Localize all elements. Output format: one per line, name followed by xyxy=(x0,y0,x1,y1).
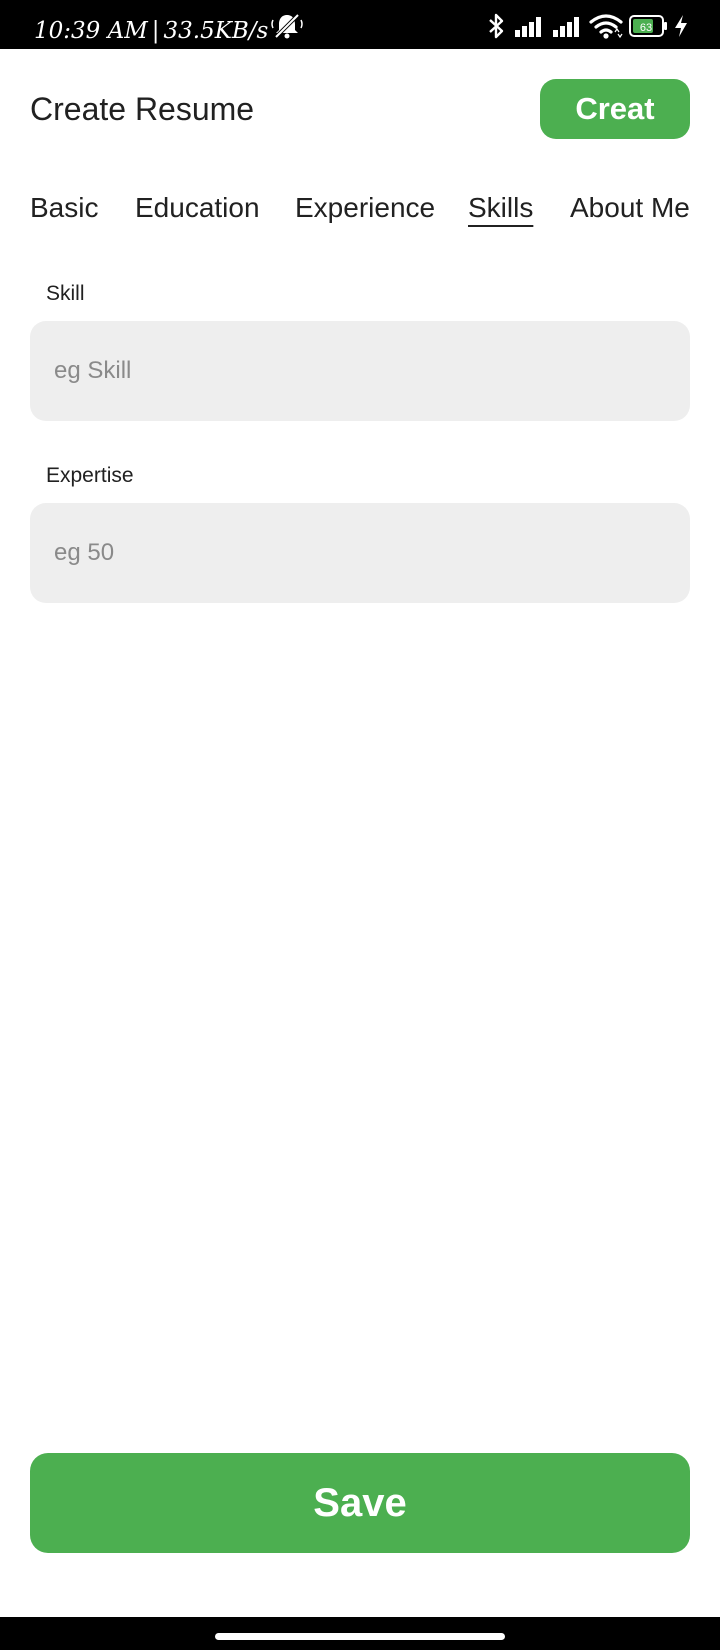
home-indicator[interactable] xyxy=(215,1633,505,1640)
navigation-bar xyxy=(0,1617,720,1650)
save-button[interactable]: Save xyxy=(30,1453,690,1553)
battery-icon: 63 xyxy=(629,15,669,37)
status-time: 10:39 AM xyxy=(34,18,148,44)
tab-basic[interactable]: Basic xyxy=(30,192,98,224)
skill-input[interactable] xyxy=(30,321,690,421)
status-left: 10:39 AM | 33.5KB/s xyxy=(34,18,268,44)
tab-education[interactable]: Education xyxy=(135,192,260,224)
screen: 10:39 AM | 33.5KB/s 63 Create Resume Cre… xyxy=(0,0,720,1650)
status-icons: 63 xyxy=(480,0,720,49)
signal-icon xyxy=(515,17,541,37)
battery-shape: 63 xyxy=(629,15,667,37)
bluetooth-icon xyxy=(489,13,504,39)
mute-icon xyxy=(271,13,303,39)
create-button[interactable]: Creat xyxy=(540,79,690,139)
skill-label: Skill xyxy=(46,282,85,305)
expertise-label: Expertise xyxy=(46,464,134,487)
app-bar: Create Resume Creat xyxy=(0,49,720,169)
status-separator: | xyxy=(151,18,160,44)
tab-about-me[interactable]: About Me xyxy=(570,192,690,224)
battery-level: 63 xyxy=(640,22,652,34)
charging-icon xyxy=(675,15,687,37)
wifi-icon xyxy=(589,14,623,39)
status-bar: 10:39 AM | 33.5KB/s 63 xyxy=(0,0,720,49)
expertise-input[interactable] xyxy=(30,503,690,603)
page-title: Create Resume xyxy=(30,91,255,127)
signal-icon xyxy=(553,17,579,37)
tab-bar: Basic Education Experience Skills About … xyxy=(0,180,720,240)
network-speed: 33.5KB/s xyxy=(163,18,269,44)
tab-experience[interactable]: Experience xyxy=(295,192,435,224)
tab-skills[interactable]: Skills xyxy=(468,192,533,224)
